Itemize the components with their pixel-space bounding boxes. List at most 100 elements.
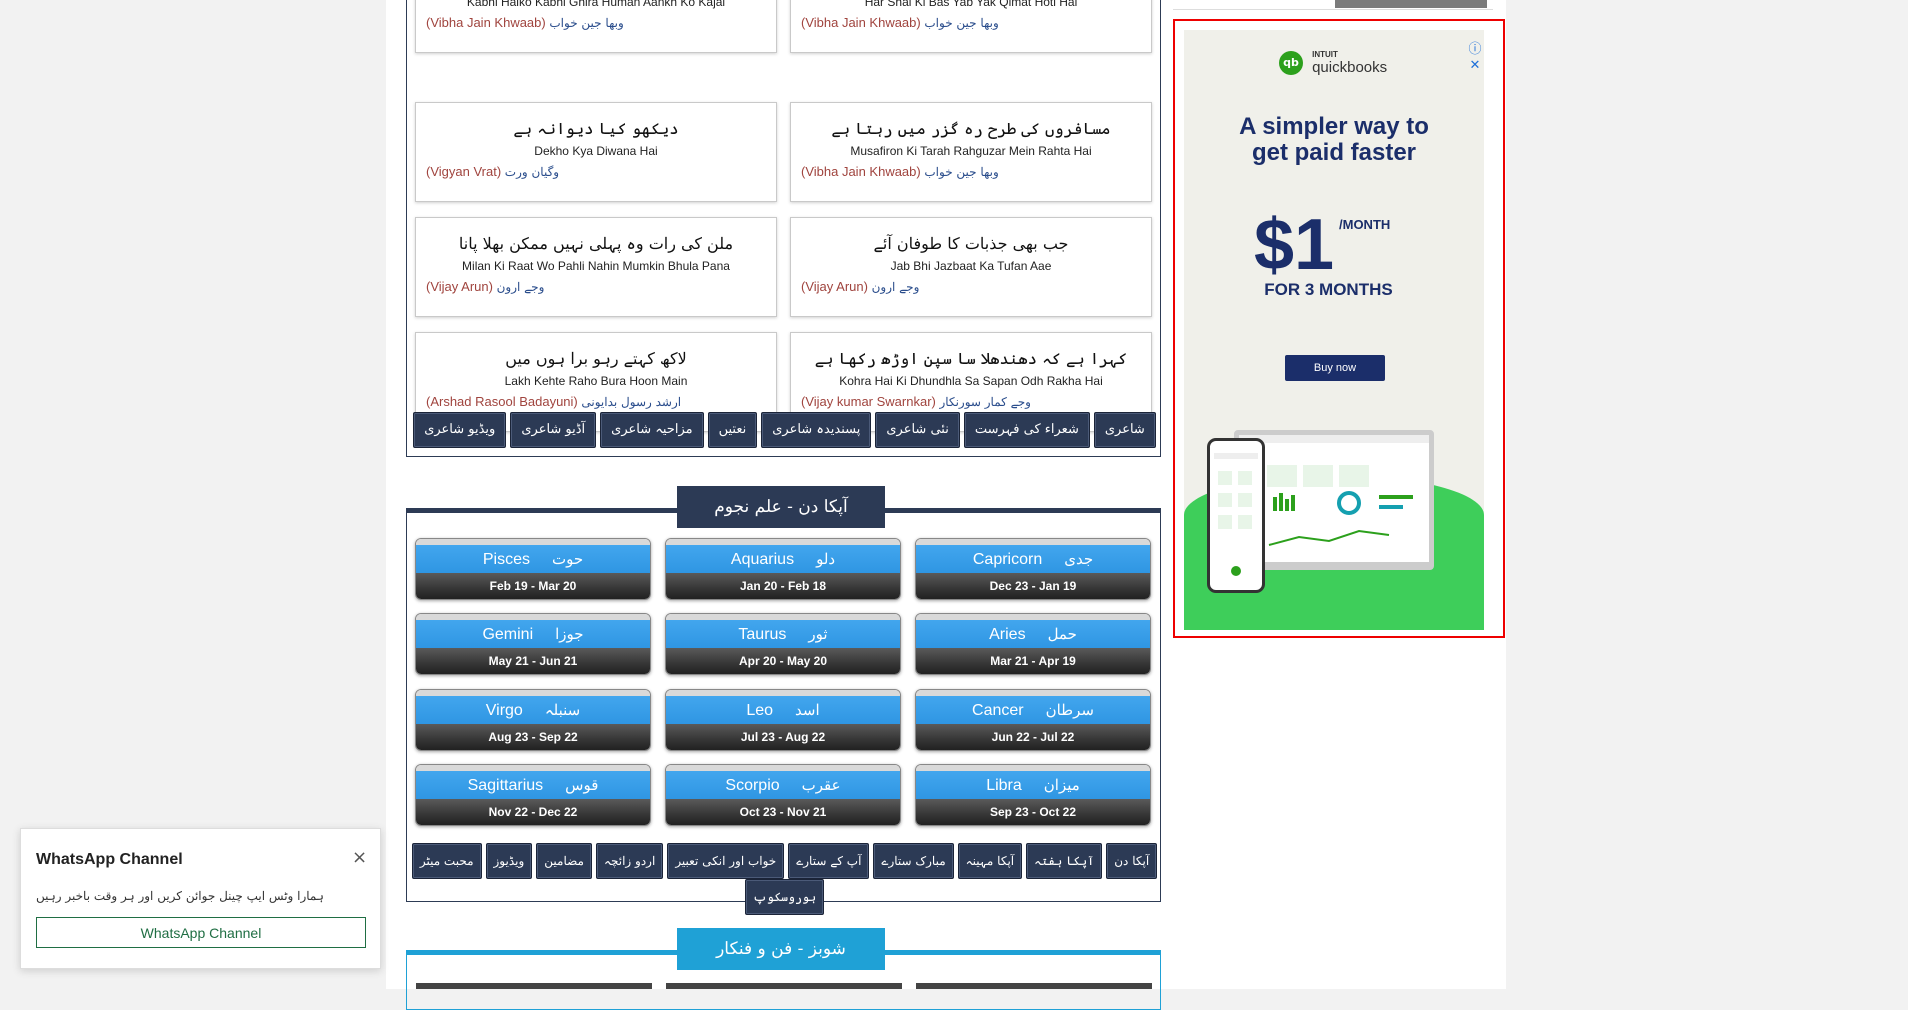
poem-title-urdu[interactable]: جب بھی جذبات کا طوفان آئے xyxy=(791,234,1151,256)
horoscope-nav-button[interactable]: مبارک ستارے xyxy=(873,843,954,879)
zodiac-name-ur: حوت xyxy=(551,550,584,568)
poem-card[interactable]: جب بھی جذبات کا طوفان آئے Jab Bhi Jazbaat… xyxy=(790,217,1152,317)
poem-card[interactable]: مسافروں کی طرح رہ گزر میں رہتا ہے Musafir… xyxy=(790,102,1152,202)
poem-title-roman[interactable]: Milan Ki Raat Wo Pahli Nahin Mumkin Bhul… xyxy=(416,259,776,273)
poetry-nav-button[interactable]: نعتیں xyxy=(707,412,758,448)
poem-author[interactable]: (Vijay Arun) وجے ارون xyxy=(791,279,1151,294)
horoscope-nav-button[interactable]: مضامین xyxy=(536,843,592,879)
zodiac-capricorn[interactable]: Capricorn جدی Dec 23 - Jan 19 xyxy=(915,538,1151,600)
ad-frame: ⓘ ✕ qb INTUIT quickbooks A simpler way to… xyxy=(1173,19,1505,638)
poetry-nav-button[interactable]: آڈیو شاعری xyxy=(510,412,597,448)
horoscope-nav-button[interactable]: خواب اور انکی تعبیر xyxy=(667,843,785,879)
poem-card[interactable]: ملن کی رات وہ پہلی نہیں ممکن بھلا پانا Mi… xyxy=(415,217,777,317)
zodiac-dates: Nov 22 - Dec 22 xyxy=(416,799,650,825)
ad-buy-now-button[interactable]: Buy now xyxy=(1285,355,1385,381)
poem-author[interactable]: (Vijay Arun) وجے ارون xyxy=(416,279,776,294)
poetry-nav-button[interactable]: ویڈیو شاعری xyxy=(413,412,507,448)
zodiac-name-en: Aquarius xyxy=(730,551,795,568)
poem-title-urdu[interactable]: ملن کی رات وہ پہلی نہیں ممکن بھلا پانا xyxy=(416,234,776,256)
horoscope-panel: Pisces حوت Feb 19 - Mar 20 Aquarius دلو Jan 2… xyxy=(406,508,1161,915)
close-icon[interactable]: × xyxy=(352,849,367,867)
horoscope-nav-button[interactable]: ہوروسکوپ xyxy=(744,879,825,915)
poem-card[interactable]: Kabhi Haiko Kabhi Ghira Human Aankh Ko K… xyxy=(415,0,777,53)
poem-author-en[interactable]: (Vijay kumar Swarnkar) xyxy=(801,394,936,409)
poem-author-ur[interactable]: وجے کمار سورنکار xyxy=(939,395,1030,409)
poem-title-urdu[interactable]: لاکھ کہتے رہو برا ہوں میں xyxy=(416,349,776,371)
zodiac-name-ur: ثور xyxy=(808,625,828,643)
zodiac-dates: Apr 20 - May 20 xyxy=(666,648,900,674)
horoscope-nav-button[interactable]: محبت میٹر xyxy=(411,843,482,879)
zodiac-taurus[interactable]: Taurus ثور Apr 20 - May 20 xyxy=(665,613,901,675)
horoscope-nav-button[interactable]: آپکا مہینہ xyxy=(957,843,1023,879)
poem-author-en[interactable]: (Vijay Arun) xyxy=(801,279,868,294)
zodiac-gemini[interactable]: Gemini جوزا May 21 - Jun 21 xyxy=(415,613,651,675)
zodiac-dates: Dec 23 - Jan 19 xyxy=(916,573,1150,599)
poem-author[interactable]: (Vibha Jain Khwaab) وبھا جین خواب xyxy=(416,15,776,30)
poetry-nav-button[interactable]: پسندیدہ شاعری xyxy=(761,412,872,448)
poem-card[interactable]: Har Shai Ki Bas Yab Yak Qimat Hoti Hai (V… xyxy=(790,0,1152,53)
zodiac-aquarius[interactable]: Aquarius دلو Jan 20 - Feb 18 xyxy=(665,538,901,600)
poem-author-en[interactable]: (Vibha Jain Khwaab) xyxy=(801,15,921,30)
poem-title-urdu[interactable]: مسافروں کی طرح رہ گزر میں رہتا ہے xyxy=(791,119,1151,141)
poem-author-ur[interactable]: وبھا جین خواب xyxy=(549,16,623,30)
zodiac-name-ur: قوس xyxy=(565,776,599,794)
poem-author[interactable]: (Arshad Rasool Badayuni) ارشد رسول بدایو… xyxy=(416,394,776,409)
poetry-nav-button[interactable]: نئی شاعری xyxy=(875,412,960,448)
horoscope-nav-button[interactable]: ویڈیوز xyxy=(485,843,533,879)
horoscope-nav-button[interactable]: اردو زائچہ xyxy=(595,843,664,879)
showbiz-thumb[interactable] xyxy=(916,983,1152,989)
zodiac-dates: Oct 23 - Nov 21 xyxy=(666,799,900,825)
quickbooks-ad[interactable]: ⓘ ✕ qb INTUIT quickbooks A simpler way to… xyxy=(1184,30,1484,630)
poem-author[interactable]: (Vibha Jain Khwaab) وبھا جین خواب xyxy=(791,15,1151,30)
zodiac-libra[interactable]: Libra میزان Sep 23 - Oct 22 xyxy=(915,764,1151,826)
poem-author[interactable]: (Vijay kumar Swarnkar) وجے کمار سورنکار xyxy=(791,394,1151,409)
poem-title-roman[interactable]: Har Shai Ki Bas Yab Yak Qimat Hoti Hai xyxy=(791,0,1151,9)
poem-title-roman[interactable]: Musafiron Ki Tarah Rahguzar Mein Rahta H… xyxy=(791,144,1151,158)
poetry-nav-button[interactable]: شاعری xyxy=(1093,412,1156,448)
poem-author-en[interactable]: (Arshad Rasool Badayuni) xyxy=(426,394,578,409)
showbiz-thumb[interactable] xyxy=(666,983,902,989)
zodiac-header: Gemini جوزا xyxy=(416,614,650,648)
poem-author-ur[interactable]: وبھا جین خواب xyxy=(924,16,998,30)
showbiz-thumb[interactable] xyxy=(416,983,652,989)
horoscope-heading: آپکا دن - علم نجوم xyxy=(677,486,885,528)
poem-title-roman[interactable]: Kohra Hai Ki Dhundhla Sa Sapan Odh Rakha… xyxy=(791,374,1151,388)
poem-title-roman[interactable]: Jab Bhi Jazbaat Ka Tufan Aae xyxy=(791,259,1151,273)
zodiac-name-en: Gemini xyxy=(482,626,534,643)
poem-author-ur[interactable]: وجے ارون xyxy=(872,280,920,294)
ad-brand-name: quickbooks xyxy=(1312,59,1388,76)
poem-author[interactable]: (Vigyan Vrat) وگیان ورت xyxy=(416,164,776,179)
adchoices-icon[interactable]: ⓘ ✕ xyxy=(1466,38,1484,73)
poem-author-en[interactable]: (Vigyan Vrat) xyxy=(426,164,501,179)
horoscope-nav-button[interactable]: آپ کے ستارے xyxy=(788,843,870,879)
zodiac-virgo[interactable]: Virgo سنبلہ Aug 23 - Sep 22 xyxy=(415,689,651,751)
zodiac-sagittarius[interactable]: Sagittarius قوس Nov 22 - Dec 22 xyxy=(415,764,651,826)
poem-author-en[interactable]: (Vibha Jain Khwaab) xyxy=(801,164,921,179)
zodiac-header: Virgo سنبلہ xyxy=(416,690,650,724)
horoscope-nav-button[interactable]: آپکا دن xyxy=(1106,843,1158,879)
poem-author[interactable]: (Vibha Jain Khwaab) وبھا جین خواب xyxy=(791,164,1151,179)
poem-author-ur[interactable]: وبھا جین خواب xyxy=(924,165,998,179)
whatsapp-channel-button[interactable]: WhatsApp Channel xyxy=(36,917,366,948)
poetry-nav-button[interactable]: مزاحیہ شاعری xyxy=(600,412,704,448)
zodiac-name-en: Virgo xyxy=(485,702,523,719)
poem-author-ur[interactable]: وگیان ورت xyxy=(505,165,559,179)
poem-title-roman[interactable]: Dekho Kya Diwana Hai xyxy=(416,144,776,158)
poem-card[interactable]: دیکھو کیا دیوانہ ہے Dekho Kya Diwana Hai (… xyxy=(415,102,777,202)
horoscope-nav-button[interactable]: آپکا ہفتہ xyxy=(1026,843,1103,879)
zodiac-aries[interactable]: Aries حمل Mar 21 - Apr 19 xyxy=(915,613,1151,675)
zodiac-pisces[interactable]: Pisces حوت Feb 19 - Mar 20 xyxy=(415,538,651,600)
zodiac-leo[interactable]: Leo اسد Jul 23 - Aug 22 xyxy=(665,689,901,751)
zodiac-cancer[interactable]: Cancer سرطان Jun 22 - Jul 22 xyxy=(915,689,1151,751)
poetry-nav-button[interactable]: شعراء کی فہرست xyxy=(963,412,1090,448)
poem-title-urdu[interactable]: کہرا ہے کہ دھندھلا سا سپن اوڑھ رکھا ہے xyxy=(791,349,1151,371)
poem-title-urdu[interactable]: دیکھو کیا دیوانہ ہے xyxy=(416,119,776,141)
poem-author-en[interactable]: (Vijay Arun) xyxy=(426,279,493,294)
poem-title-roman[interactable]: Lakh Kehte Raho Bura Hoon Main xyxy=(416,374,776,388)
poem-author-en[interactable]: (Vibha Jain Khwaab) xyxy=(426,15,546,30)
poem-title-roman[interactable]: Kabhi Haiko Kabhi Ghira Human Aankh Ko K… xyxy=(416,0,776,9)
ad-headline-line: A simpler way to xyxy=(1239,113,1429,140)
poem-author-ur[interactable]: ارشد رسول بدایونی xyxy=(581,395,681,409)
poem-author-ur[interactable]: وجے ارون xyxy=(497,280,545,294)
zodiac-scorpio[interactable]: Scorpio عقرب Oct 23 - Nov 21 xyxy=(665,764,901,826)
